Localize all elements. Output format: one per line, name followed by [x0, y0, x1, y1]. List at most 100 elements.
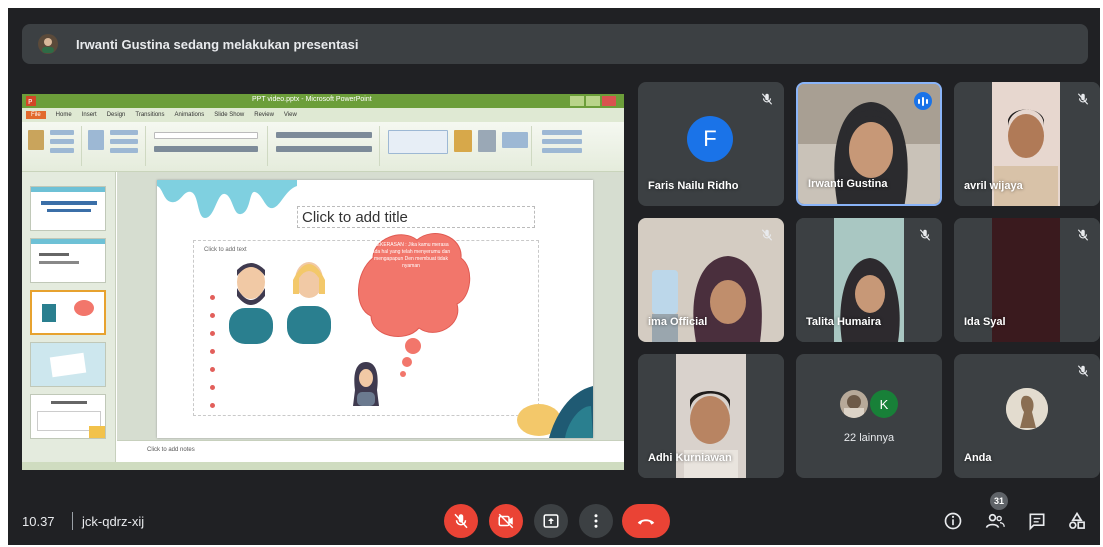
- ppt-tab: Design: [106, 112, 126, 118]
- powerpoint-logo-icon: P: [26, 96, 36, 106]
- font-box-icon: [154, 132, 258, 139]
- copy-icon: [50, 139, 74, 144]
- bullet: [210, 295, 215, 300]
- ppt-tab: Home: [55, 112, 72, 118]
- notes-pane[interactable]: Click to add notes: [117, 440, 624, 462]
- ppt-tab: View: [283, 112, 297, 118]
- participant-tile-irwanti[interactable]: Irwanti Gustina: [796, 82, 942, 206]
- ppt-ribbon: [22, 122, 624, 172]
- people-count-badge: 31: [990, 492, 1008, 510]
- meeting-time: 10.37: [22, 514, 55, 529]
- ppt-window-title: PPT video.pptx - Microsoft PowerPoint: [252, 96, 372, 103]
- people-illustration: [229, 262, 331, 344]
- call-end-icon: [637, 519, 655, 525]
- select-icon: [542, 148, 582, 153]
- svg-text:P: P: [28, 98, 32, 106]
- ppt-ribbon-tabs: File Home Insert Design Transitions Anim…: [22, 108, 624, 122]
- avatar-initial: K: [879, 396, 889, 412]
- ribbon-group-font: [148, 126, 268, 166]
- participant-name: Ida Syal: [964, 316, 1006, 328]
- participant-tile-ima[interactable]: ima Official: [638, 218, 784, 342]
- body-placeholder-text: Click to add text: [204, 247, 247, 253]
- participant-tile-faris[interactable]: F Faris Nailu Ridho: [638, 82, 784, 206]
- find-icon: [542, 130, 582, 135]
- slide-thumbnail: [30, 394, 106, 439]
- shared-screen: P PPT video.pptx - Microsoft PowerPoint …: [22, 94, 624, 470]
- participant-name: Talita Humaira: [806, 316, 881, 328]
- toggle-camera-button[interactable]: [489, 504, 523, 538]
- minimize-icon: [570, 96, 584, 106]
- participant-name: Anda: [964, 452, 992, 464]
- bullet: [210, 403, 215, 408]
- present-screen-icon: [543, 514, 559, 528]
- reset-icon: [110, 139, 138, 144]
- mic-off-icon: [919, 229, 931, 241]
- ppt-tab: Review: [254, 112, 274, 118]
- layout-icon: [110, 130, 138, 135]
- slide-thumbnail: [30, 342, 106, 387]
- chat-icon: [1029, 513, 1045, 531]
- toggle-mic-button[interactable]: [444, 504, 478, 538]
- meeting-details-button[interactable]: [940, 508, 966, 534]
- participant-name: ima Official: [648, 316, 708, 328]
- participant-tile-talita[interactable]: Talita Humaira: [796, 218, 942, 342]
- slide-thumbnail-selected: [30, 290, 106, 335]
- presenting-banner: Irwanti Gustina sedang melakukan present…: [22, 24, 1088, 64]
- mic-off-icon: [1077, 229, 1089, 241]
- presenter-icon: [36, 32, 60, 56]
- bullet: [210, 385, 215, 390]
- slide-title-placeholder[interactable]: Click to add title: [297, 206, 535, 228]
- show-everyone-button[interactable]: [982, 508, 1008, 534]
- arrange-icon: [454, 130, 472, 152]
- camera-off-icon: [498, 513, 514, 529]
- format-painter-icon: [50, 148, 74, 153]
- participant-name: Adhi Kurniawan: [648, 452, 732, 464]
- quick-styles-icon: [478, 130, 496, 152]
- font-style-icon: [154, 146, 258, 152]
- leave-call-button[interactable]: [622, 504, 670, 538]
- participant-tile-self[interactable]: Anda: [954, 354, 1100, 478]
- participant-tile-others[interactable]: K 22 lainnya: [796, 354, 942, 478]
- avatar-initial: F: [703, 126, 717, 151]
- avatar-k: K: [870, 390, 898, 418]
- speech-bubble-text: KEKERASAN : Jika kamu merasa ada hal yan…: [371, 242, 451, 269]
- align-icon: [276, 146, 372, 152]
- participant-tile-ida[interactable]: Ida Syal: [954, 218, 1100, 342]
- more-options-button[interactable]: [579, 504, 613, 538]
- ppt-tab: Animations: [174, 112, 205, 118]
- ribbon-group-clipboard: [24, 126, 82, 166]
- mic-off-icon: [454, 513, 468, 529]
- bullet: [210, 349, 215, 354]
- avatar-other-photo: [840, 390, 868, 418]
- ribbon-group-drawing: [382, 126, 532, 166]
- chat-button[interactable]: [1024, 508, 1050, 534]
- activities-icon: [1069, 511, 1085, 529]
- ribbon-group-paragraph: [270, 126, 380, 166]
- ribbon-group-slides: [84, 126, 146, 166]
- slide-thumbnail: [30, 186, 106, 231]
- avatar-self: [1006, 388, 1048, 430]
- cut-icon: [50, 130, 74, 135]
- participant-tile-adhi[interactable]: Adhi Kurniawan: [638, 354, 784, 478]
- section-icon: [110, 148, 138, 153]
- activities-button[interactable]: [1064, 508, 1090, 534]
- participant-name: Faris Nailu Ridho: [648, 180, 739, 192]
- divider: [72, 512, 73, 530]
- slide-thumbnail: [30, 238, 106, 283]
- paste-icon: [28, 130, 44, 150]
- ppt-tab: Transitions: [135, 112, 165, 118]
- ppt-title-bar: P PPT video.pptx - Microsoft PowerPoint: [22, 94, 624, 108]
- ppt-tab: File: [26, 111, 46, 119]
- new-slide-icon: [88, 130, 104, 150]
- participant-name: avril wijaya: [964, 180, 1023, 192]
- avatar-faris: F: [687, 116, 733, 162]
- participant-tile-avril[interactable]: avril wijaya: [954, 82, 1100, 206]
- people-icon: [985, 513, 1005, 528]
- leaf-decoration: [517, 386, 593, 438]
- bullet: [210, 313, 215, 318]
- present-now-button[interactable]: [534, 504, 568, 538]
- ribbon-group-editing: [534, 126, 620, 166]
- maximize-icon: [586, 96, 600, 106]
- ppt-tab: Slide Show: [214, 112, 245, 118]
- shapes-icon: [388, 130, 448, 154]
